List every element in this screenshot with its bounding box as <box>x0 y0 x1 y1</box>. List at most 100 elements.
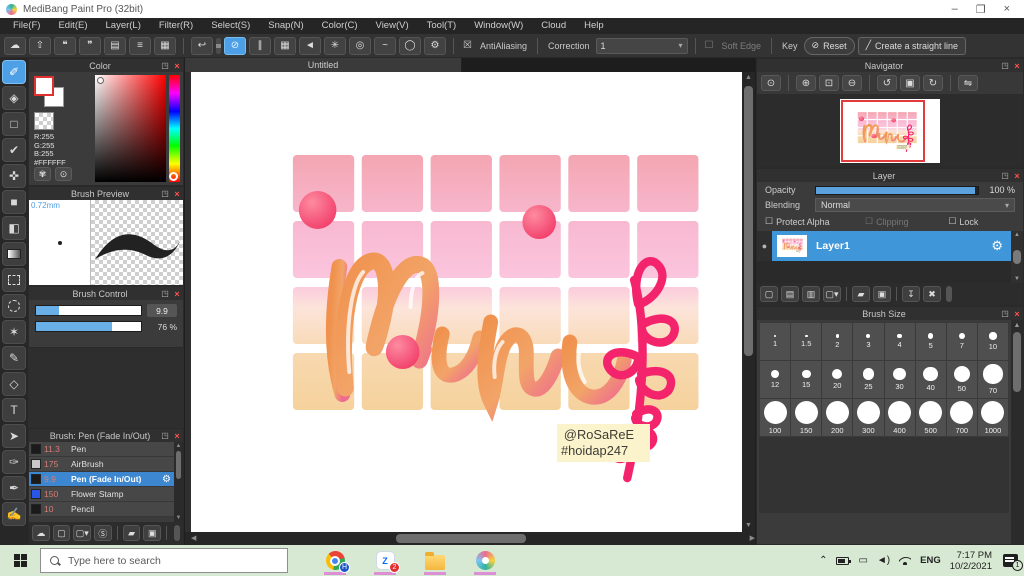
language-indicator[interactable]: ENG <box>920 555 941 566</box>
menu-item-select[interactable]: Select(S) <box>202 18 259 34</box>
clipping-checkbox[interactable]: ☐ Clipping <box>865 216 948 227</box>
brush-size-option-1.5[interactable]: 1.5 <box>791 323 821 360</box>
brush-item-airbrush[interactable]: 175AirBrush <box>29 457 174 472</box>
tray-chevron-icon[interactable]: ⌃ <box>819 555 827 566</box>
color-pick-icon[interactable]: ⊙ <box>55 167 72 181</box>
sv-marker[interactable] <box>97 77 104 84</box>
layer-name[interactable]: Layer1 <box>816 240 991 252</box>
brush-size-slider[interactable] <box>35 305 142 316</box>
menu-item-window[interactable]: Window(W) <box>465 18 532 34</box>
notification-icon[interactable]: 1 <box>1003 554 1018 567</box>
layer-new-8bit-icon[interactable]: ▤ <box>781 286 799 302</box>
clock[interactable]: 7:17 PM10/2/2021 <box>950 550 992 572</box>
popout-icon[interactable]: ◳ <box>999 61 1011 70</box>
upload-icon[interactable]: ⇧ <box>29 37 51 55</box>
brush-script-icon[interactable]: Ⓢ <box>94 525 112 541</box>
control-point-tool[interactable]: ✔ <box>2 138 26 162</box>
taskbar-chrome[interactable]: H <box>322 546 348 575</box>
layer-new-1bit-icon[interactable]: ▥ <box>802 286 820 302</box>
transparent-color-swatch[interactable] <box>34 112 54 130</box>
rotate-right-icon[interactable]: ↻ <box>923 75 943 91</box>
move-tool[interactable]: ✜ <box>2 164 26 188</box>
taskbar-explorer[interactable] <box>422 546 448 575</box>
layer-folder-icon[interactable]: ▰ <box>852 286 870 302</box>
brush-cloud-download-icon[interactable]: ☁ <box>32 525 50 541</box>
popout-icon[interactable]: ◳ <box>159 289 171 298</box>
brush-size-option-30[interactable]: 30 <box>885 361 915 398</box>
close-icon[interactable]: × <box>1011 309 1023 319</box>
foreground-color-swatch[interactable] <box>34 76 54 96</box>
snap-vanishing-icon[interactable]: ◄ <box>299 37 321 55</box>
brush-size-option-100[interactable]: 100 <box>760 399 790 436</box>
drawing-canvas[interactable] <box>191 72 742 532</box>
zoom-actual-icon[interactable]: ⊙ <box>761 75 781 91</box>
fill-rect-tool[interactable]: ■ <box>2 190 26 214</box>
panel-layout-icon[interactable]: ▦ <box>154 37 176 55</box>
taskbar-medibang[interactable] <box>472 546 498 575</box>
brush-item-pen-fade-in-out-[interactable]: 9.9Pen (Fade In/Out)⚙ <box>29 472 174 487</box>
brush-size-option-70[interactable]: 70 <box>978 361 1008 398</box>
saturation-value-picker[interactable] <box>95 75 166 182</box>
layer-merge-icon[interactable]: ↧ <box>902 286 920 302</box>
brush-size-option-20[interactable]: 20 <box>822 361 852 398</box>
opacity-slider[interactable] <box>815 186 979 195</box>
brush-size-scrollbar[interactable]: ▲ <box>1011 320 1023 544</box>
palette-icon[interactable]: ✾ <box>34 167 51 181</box>
popout-icon[interactable]: ◳ <box>999 171 1011 180</box>
footer-scrollbar[interactable] <box>946 286 952 302</box>
correction-dropdown[interactable]: 1▾ <box>596 38 688 54</box>
bucket-tool[interactable]: ◧ <box>2 216 26 240</box>
brush-item-pen[interactable]: 11.3Pen <box>29 442 174 457</box>
eraser-tool[interactable]: ◈ <box>2 86 26 110</box>
reset-button[interactable]: ⊘Reset <box>804 37 855 55</box>
menu-item-file[interactable]: File(F) <box>4 18 49 34</box>
brush-size-option-200[interactable]: 200 <box>822 399 852 436</box>
taskbar-zalo[interactable]: Z2 <box>372 546 398 575</box>
snap-radial-icon[interactable]: ✳ <box>324 37 346 55</box>
close-icon[interactable]: × <box>171 61 183 71</box>
flip-view-icon[interactable]: ⇋ <box>958 75 978 91</box>
object-tool[interactable]: ➤ <box>2 424 26 448</box>
hue-marker[interactable] <box>169 172 178 181</box>
menu-item-edit[interactable]: Edit(E) <box>49 18 96 34</box>
brush-size-option-7[interactable]: 7 <box>947 323 977 360</box>
figure-tool[interactable]: □ <box>2 112 26 136</box>
antialiasing-checkbox[interactable]: ☒ <box>463 40 472 51</box>
navigator-thumbnail[interactable] <box>840 99 940 163</box>
taskbar-search[interactable]: Type here to search <box>40 548 288 573</box>
snap-grid-icon[interactable]: ▦ <box>274 37 296 55</box>
start-button[interactable] <box>0 545 40 576</box>
undo-button[interactable]: ↩ <box>191 37 213 55</box>
wifi-icon[interactable] <box>899 556 911 565</box>
brush-size-option-25[interactable]: 25 <box>853 361 883 398</box>
select-tool[interactable] <box>2 268 26 292</box>
speaker-icon[interactable]: ◄) <box>877 555 890 566</box>
brush-size-option-500[interactable]: 500 <box>916 399 946 436</box>
close-icon[interactable]: × <box>171 289 183 299</box>
layer-new-icon[interactable]: ▢ <box>760 286 778 302</box>
brush-size-option-10[interactable]: 10 <box>978 323 1008 360</box>
document-tab[interactable]: Untitled <box>185 58 462 72</box>
battery-icon[interactable] <box>836 557 849 565</box>
blending-dropdown[interactable]: Normal▾ <box>815 198 1015 212</box>
brush-opacity-slider[interactable] <box>35 321 142 332</box>
protect-alpha-checkbox[interactable]: ☐ Protect Alpha <box>765 216 865 227</box>
menu-item-layer[interactable]: Layer(L) <box>97 18 150 34</box>
text-tool[interactable]: T <box>2 398 26 422</box>
layer-duplicate-icon[interactable]: ▣ <box>873 286 891 302</box>
document-icon[interactable]: ▤ <box>104 37 126 55</box>
close-icon[interactable]: × <box>171 431 183 441</box>
snap-curve-icon[interactable]: ~ <box>374 37 396 55</box>
snap-settings-icon[interactable]: ⚙ <box>424 37 446 55</box>
brush-size-option-400[interactable]: 400 <box>885 399 915 436</box>
brush-tool[interactable]: ✐ <box>2 60 26 84</box>
brush-size-option-1000[interactable]: 1000 <box>978 399 1008 436</box>
brush-size-option-2[interactable]: 2 <box>822 323 852 360</box>
snap-parallel-icon[interactable]: ∥ <box>249 37 271 55</box>
soft-edge-checkbox[interactable]: ☐ <box>705 40 714 51</box>
menu-item-help[interactable]: Help <box>575 18 613 34</box>
zoom-out-icon[interactable]: ⊖ <box>842 75 862 91</box>
snap-off-icon[interactable]: ⊘ <box>224 37 246 55</box>
brush-size-option-5[interactable]: 5 <box>916 323 946 360</box>
hand-tool[interactable]: ✍ <box>2 502 26 526</box>
